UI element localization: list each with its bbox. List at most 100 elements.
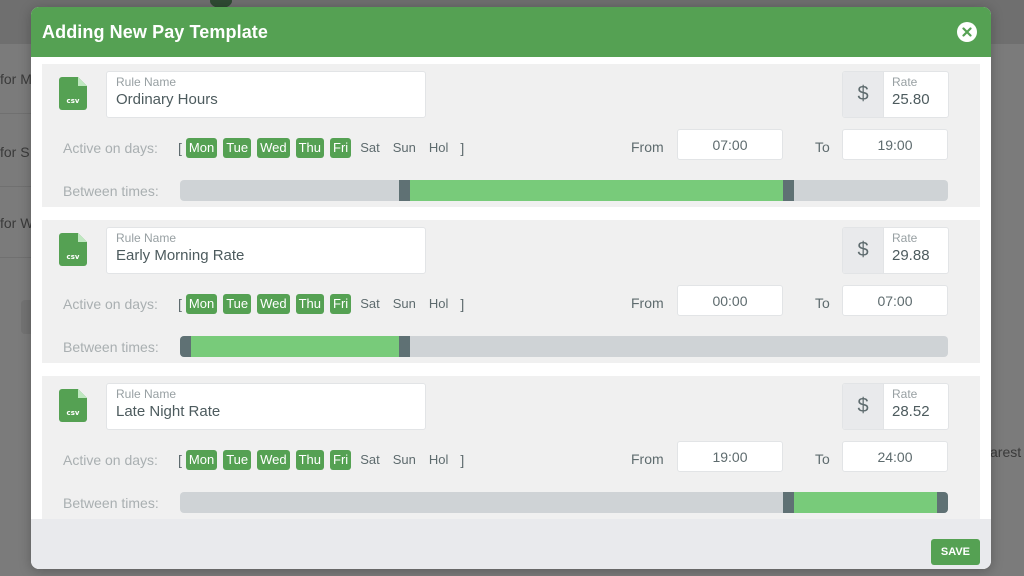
rule-name-input[interactable]: Rule Name Ordinary Hours [106, 71, 426, 118]
rate-label: Rate [892, 387, 918, 401]
day-toggle-hol[interactable]: Hol [426, 294, 452, 314]
to-label: To [815, 295, 830, 311]
close-button[interactable] [957, 22, 977, 42]
day-toggle-mon[interactable]: Mon [185, 294, 218, 314]
rate-value: 29.88 [892, 247, 930, 264]
rule-name-value: Early Morning Rate [116, 247, 245, 264]
time-range-slider[interactable] [180, 492, 948, 513]
to-time-input[interactable]: 24:00 [842, 441, 948, 472]
from-time-input[interactable]: 07:00 [677, 129, 783, 160]
between-times-row: Between times: [63, 493, 178, 513]
active-days-label: Active on days: [63, 140, 158, 156]
rule-name-input[interactable]: Rule Name Late Night Rate [106, 383, 426, 430]
day-toggles: Mon Tue Wed Thu Fri Sat Sun Hol [185, 294, 458, 314]
between-times-row: Between times: [63, 337, 178, 357]
close-icon [962, 27, 972, 37]
rate-label: Rate [892, 75, 918, 89]
rule-name-value: Ordinary Hours [116, 91, 218, 108]
rule-name-value: Late Night Rate [116, 403, 221, 420]
modal-header: Adding New Pay Template [31, 7, 991, 57]
csv-file-icon: csv [59, 233, 87, 266]
day-toggle-thu[interactable]: Thu [295, 450, 325, 470]
modal-title: Adding New Pay Template [42, 21, 269, 42]
time-range-fill [793, 492, 937, 513]
active-days-row: Active on days: [ Mon Tue Wed Thu Fri Sat Sun H… [63, 448, 464, 472]
active-days-row: Active on days: [ Mon Tue Wed Thu Fri Sat Sun H… [63, 292, 464, 316]
pay-rule: csv Rule Name Ordinary Hours $ Rate 25.8… [42, 64, 980, 207]
day-toggle-hol[interactable]: Hol [426, 450, 452, 470]
pay-rule: csv Rule Name Early Morning Rate $ Rate … [42, 220, 980, 363]
dollar-icon: $ [843, 72, 884, 117]
range-start-handle[interactable] [398, 180, 410, 201]
range-end-handle[interactable] [782, 180, 794, 201]
from-time-input[interactable]: 19:00 [677, 441, 783, 472]
from-label: From [631, 295, 664, 311]
from-time-input[interactable]: 00:00 [677, 285, 783, 316]
day-toggle-mon[interactable]: Mon [185, 450, 218, 470]
csv-file-icon: csv [59, 389, 87, 422]
rules-list: csv Rule Name Ordinary Hours $ Rate 25.8… [42, 64, 980, 532]
to-time-input[interactable]: 19:00 [842, 129, 948, 160]
time-range-slider[interactable] [180, 336, 948, 357]
to-label: To [815, 451, 830, 467]
between-times-row: Between times: [63, 181, 178, 201]
rule-name-label: Rule Name [116, 231, 177, 245]
rate-input[interactable]: $ Rate 29.88 [842, 227, 949, 274]
to-time-input[interactable]: 07:00 [842, 285, 948, 316]
dollar-icon: $ [843, 384, 884, 429]
csv-icon-text: csv [67, 97, 80, 105]
day-toggle-wed[interactable]: Wed [257, 138, 290, 158]
between-times-label: Between times: [63, 183, 159, 199]
day-toggle-wed[interactable]: Wed [257, 450, 290, 470]
from-label: From [631, 139, 664, 155]
range-end-handle[interactable] [937, 492, 948, 513]
day-toggle-sun[interactable]: Sun [390, 294, 419, 314]
rule-name-label: Rule Name [116, 75, 177, 89]
pay-rule: csv Rule Name Late Night Rate $ Rate 28.… [42, 376, 980, 519]
range-start-handle[interactable] [180, 336, 191, 357]
day-toggle-mon[interactable]: Mon [185, 138, 218, 158]
active-days-label: Active on days: [63, 452, 158, 468]
save-button[interactable]: SAVE [930, 539, 980, 565]
day-toggle-fri[interactable]: Fri [330, 138, 352, 158]
day-toggle-sat[interactable]: Sat [357, 138, 383, 158]
active-days-row: Active on days: [ Mon Tue Wed Thu Fri Sat Sun H… [63, 136, 464, 160]
range-end-handle[interactable] [398, 336, 410, 357]
between-times-label: Between times: [63, 339, 159, 355]
day-toggle-tue[interactable]: Tue [223, 294, 252, 314]
day-toggle-tue[interactable]: Tue [223, 138, 252, 158]
time-range-slider[interactable] [180, 180, 948, 201]
day-toggle-sun[interactable]: Sun [390, 450, 419, 470]
rule-name-input[interactable]: Rule Name Early Morning Rate [106, 227, 426, 274]
rate-input[interactable]: $ Rate 25.80 [842, 71, 949, 118]
day-toggle-sat[interactable]: Sat [357, 294, 383, 314]
to-label: To [815, 139, 830, 155]
csv-file-icon: csv [59, 77, 87, 110]
bracket-close: ] [460, 140, 465, 156]
range-start-handle[interactable] [782, 492, 794, 513]
day-toggle-sat[interactable]: Sat [357, 450, 383, 470]
rate-input[interactable]: $ Rate 28.52 [842, 383, 949, 430]
bracket-open: [ [178, 452, 182, 468]
time-range-fill [191, 336, 399, 357]
rate-label: Rate [892, 231, 918, 245]
rate-value: 28.52 [892, 403, 930, 420]
day-toggles: Mon Tue Wed Thu Fri Sat Sun Hol [185, 138, 458, 158]
day-toggle-wed[interactable]: Wed [257, 294, 290, 314]
day-toggle-tue[interactable]: Tue [223, 450, 252, 470]
day-toggles: Mon Tue Wed Thu Fri Sat Sun Hol [185, 450, 458, 470]
day-toggle-hol[interactable]: Hol [426, 138, 452, 158]
day-toggle-thu[interactable]: Thu [295, 138, 325, 158]
day-toggle-fri[interactable]: Fri [330, 450, 352, 470]
day-toggle-sun[interactable]: Sun [390, 138, 419, 158]
bracket-open: [ [178, 140, 182, 156]
modal-footer: SAVE [31, 519, 991, 569]
csv-icon-text: csv [67, 253, 80, 261]
active-days-label: Active on days: [63, 296, 158, 312]
rate-value: 25.80 [892, 91, 930, 108]
from-label: From [631, 451, 664, 467]
day-toggle-thu[interactable]: Thu [295, 294, 325, 314]
dollar-icon: $ [843, 228, 884, 273]
csv-icon-text: csv [67, 409, 80, 417]
day-toggle-fri[interactable]: Fri [330, 294, 352, 314]
